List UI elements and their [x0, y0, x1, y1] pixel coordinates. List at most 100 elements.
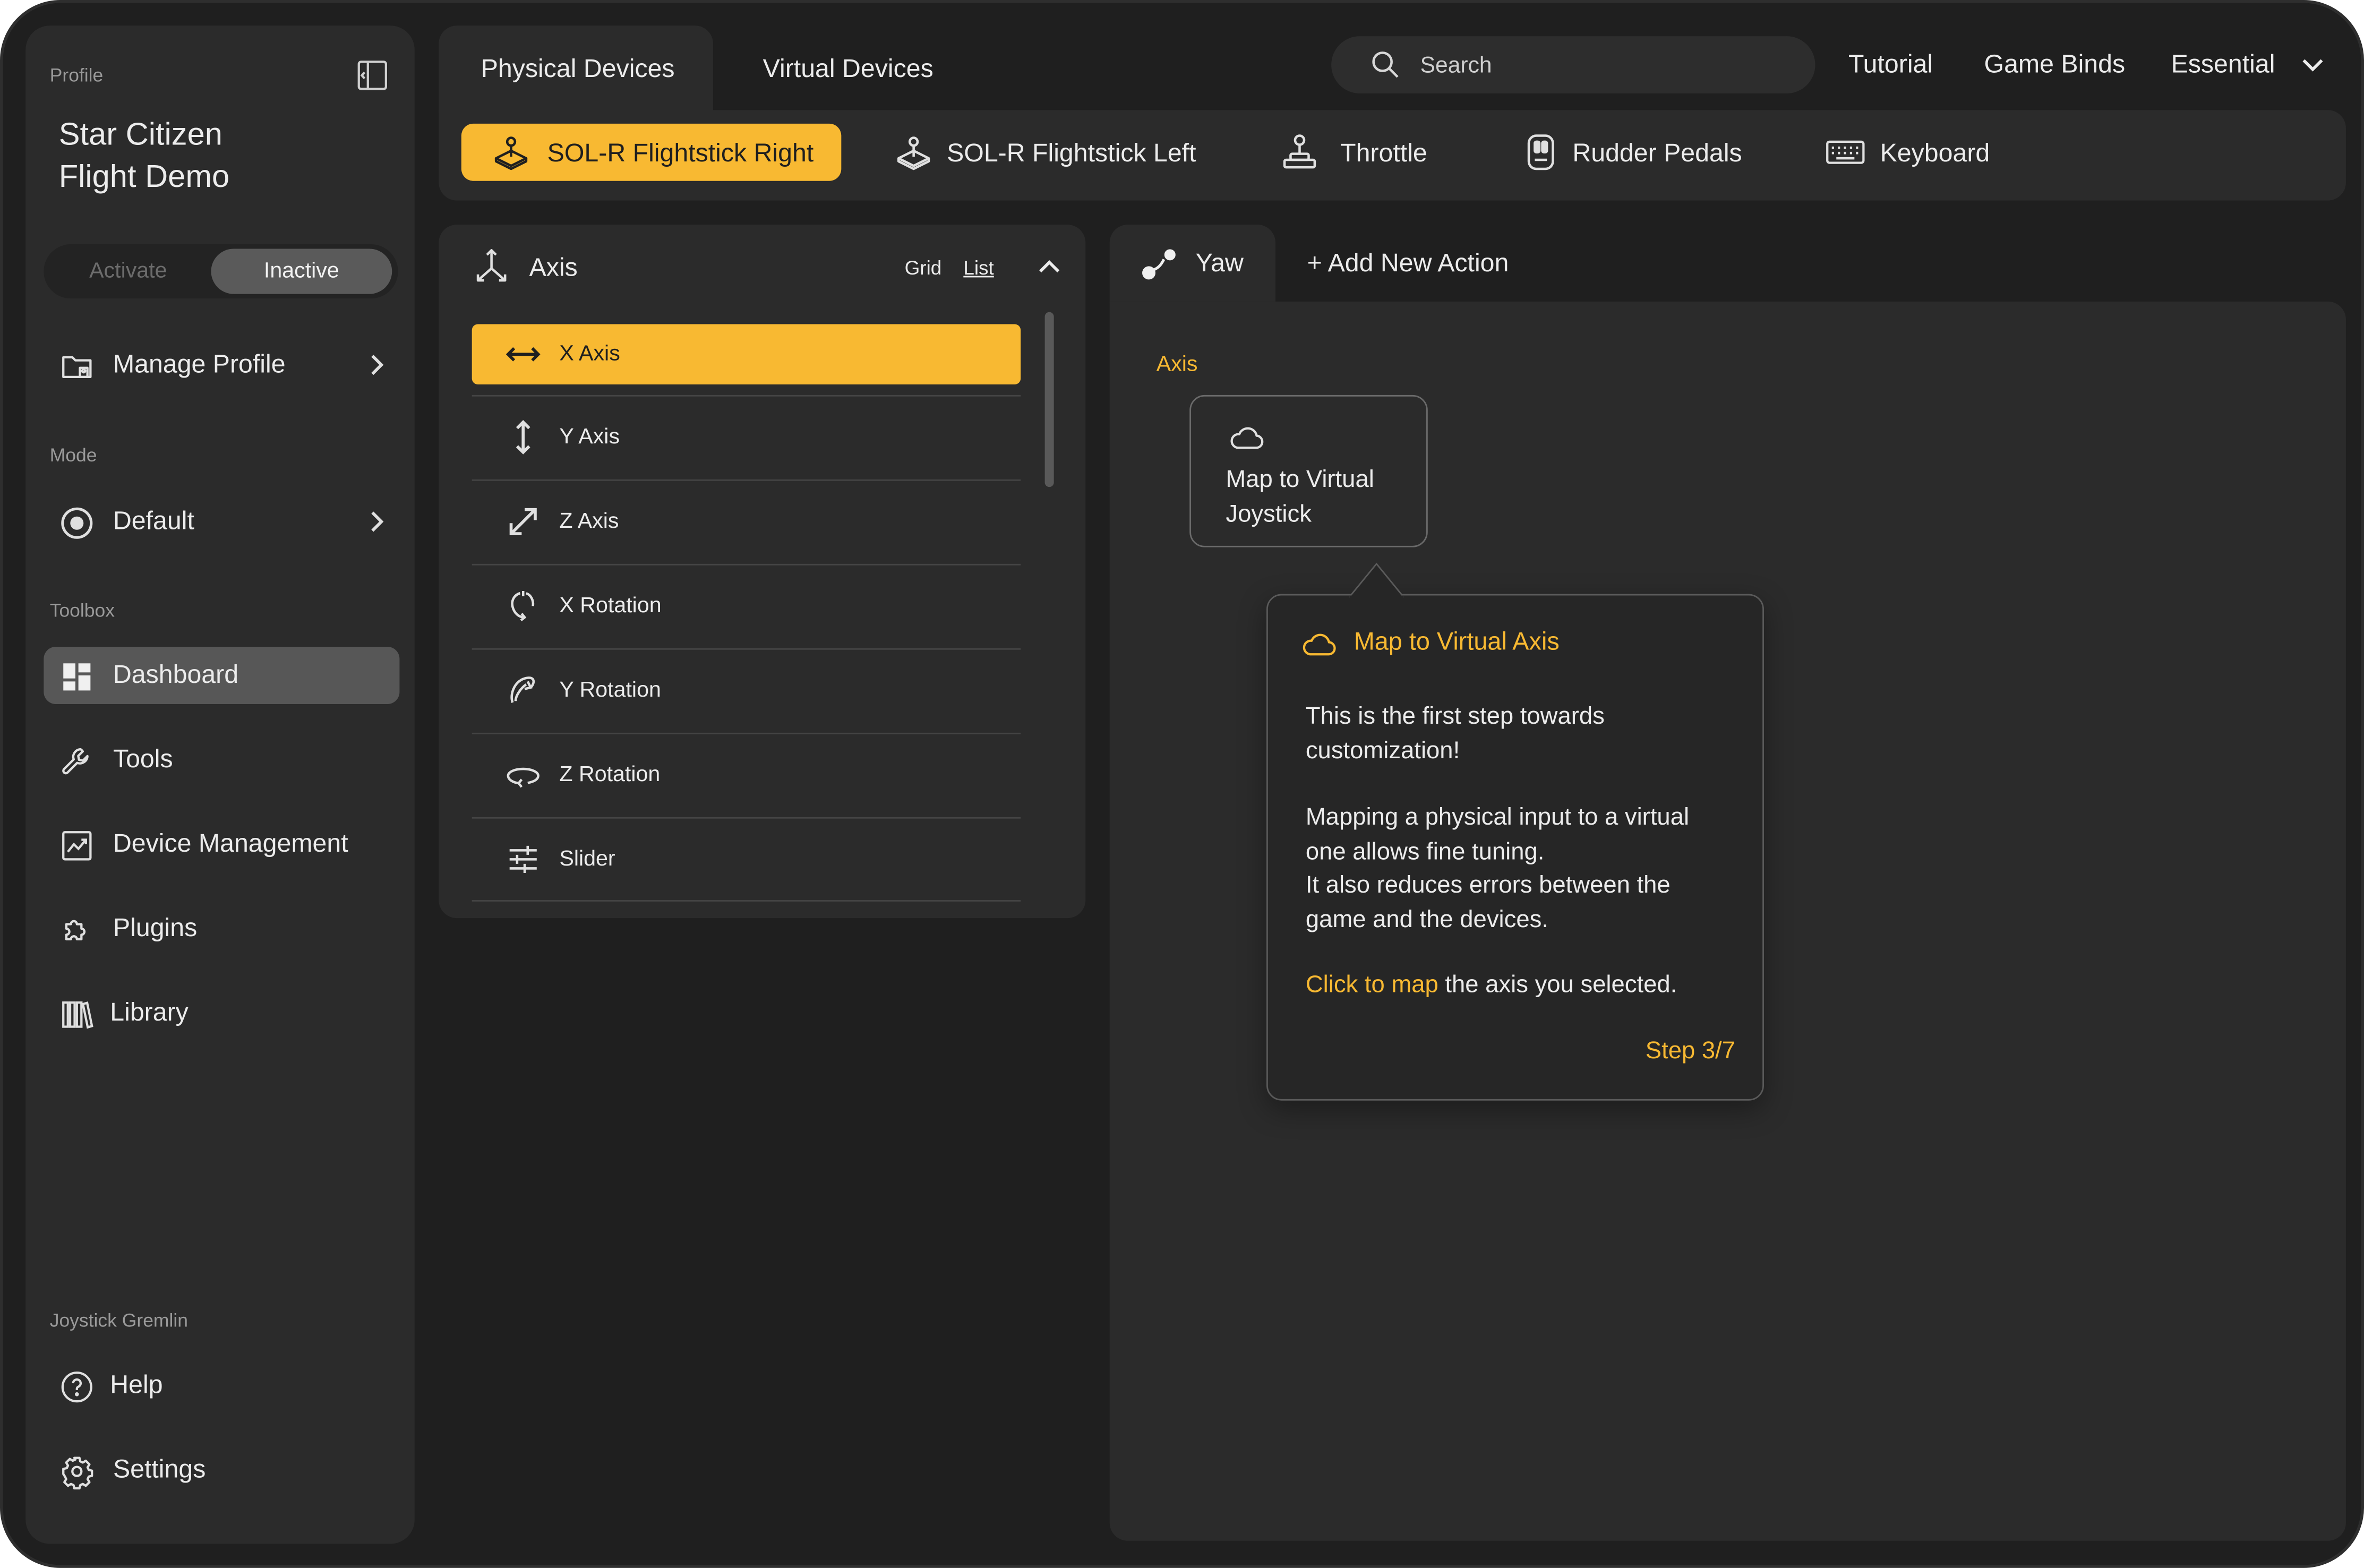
wrench-icon [59, 743, 95, 779]
puzzle-icon [59, 912, 95, 948]
divider [472, 479, 1021, 481]
axis-item-label: X Axis [559, 342, 620, 366]
tooltip-text-line: game and the devices. [1305, 906, 1548, 933]
gear-icon [59, 1453, 95, 1490]
y-rotation-icon [505, 672, 541, 708]
vertical-arrows-icon [505, 419, 541, 455]
activate-option[interactable]: Activate [44, 244, 212, 298]
chart-icon [59, 828, 95, 864]
tooltip-text-line: This is the first step towards [1305, 704, 1605, 730]
axis-item-y-axis[interactable]: Y Axis [472, 407, 1021, 468]
axis-item-z-axis[interactable]: Z Axis [472, 492, 1021, 552]
diagonal-arrows-icon [505, 503, 541, 539]
horizontal-arrows-icon [505, 336, 541, 372]
search-icon [1371, 50, 1401, 80]
axis-item-label: Z Rotation [559, 762, 661, 787]
view-grid-toggle[interactable]: Grid [905, 256, 942, 279]
tab-physical-devices[interactable]: Physical Devices [439, 25, 713, 113]
device-sol-r-flightstick-left[interactable]: SOL-R Flightstick Left [864, 124, 1196, 181]
tooltip-intro: This is the first step towards customiza… [1306, 701, 1605, 769]
top-bar: Physical Devices Virtual Devices Search … [439, 25, 2346, 201]
game-binds-link[interactable]: Game Binds [1984, 50, 2126, 80]
manage-profile-label: Manage Profile [113, 349, 286, 379]
axis-panel: Axis Grid List X Axis Y Axis Z Axis X Ro… [439, 225, 1086, 919]
axis-item-slider[interactable]: Slider [472, 829, 1021, 890]
cloud-icon [1301, 629, 1337, 659]
scrollbar-thumb[interactable] [1044, 312, 1054, 487]
app-window: Profile Star Citizen Flight Demo Activat… [0, 0, 2364, 1568]
axis-item-label: Z Axis [559, 509, 619, 534]
sidebar: Profile Star Citizen Flight Demo Activat… [25, 25, 415, 1544]
inactive-option[interactable]: Inactive [211, 249, 392, 294]
tab-label: Virtual Devices [763, 54, 933, 83]
sidebar-collapse-icon[interactable] [354, 57, 390, 93]
app-name-label: Joystick Gremlin [49, 1310, 189, 1332]
sidebar-item-plugins[interactable]: Plugins [44, 900, 399, 957]
profile-name: Star Citizen Flight Demo [59, 115, 229, 199]
profile-label: Profile [49, 65, 104, 86]
device-sol-r-flightstick-right[interactable]: SOL-R Flightstick Right [461, 123, 842, 181]
joystick-icon [492, 133, 531, 172]
click-to-map-link[interactable]: Click to map [1306, 972, 1438, 998]
sidebar-item-help[interactable]: Help [44, 1357, 399, 1414]
sidebar-item-label: Tools [113, 744, 173, 774]
search-field[interactable]: Search [1331, 36, 1815, 94]
sidebar-item-settings[interactable]: Settings [44, 1441, 399, 1498]
axis-item-label: X Rotation [559, 594, 662, 619]
device-keyboard[interactable]: Keyboard [1796, 124, 2007, 181]
device-throttle[interactable]: Throttle [1250, 124, 1446, 181]
mode-selector[interactable]: Default [44, 493, 399, 550]
sidebar-item-tools[interactable]: Tools [44, 731, 399, 789]
step-indicator: Step 3/7 [1645, 1039, 1736, 1065]
essential-dropdown[interactable]: Essential [2171, 41, 2340, 89]
manage-profile-button[interactable]: Manage Profile [44, 336, 399, 393]
tooltip-body: Mapping a physical input to a virtual on… [1306, 802, 1689, 938]
device-label: Rudder Pedals [1572, 139, 1742, 168]
node-link-icon [1140, 244, 1179, 284]
profile-name-line1: Star Citizen [58, 117, 222, 152]
axis-item-x-axis[interactable]: X Axis [472, 324, 1021, 385]
tooltip-text-line: customization! [1305, 738, 1460, 764]
chevron-right-icon [363, 508, 390, 535]
axis-item-label: Y Axis [559, 425, 620, 450]
axis-item-y-rotation[interactable]: Y Rotation [472, 661, 1021, 721]
sidebar-item-library[interactable]: Library [44, 984, 399, 1042]
divider [472, 732, 1021, 734]
tab-virtual-devices[interactable]: Virtual Devices [740, 25, 989, 110]
help-icon [59, 1369, 95, 1405]
x-rotation-icon [505, 588, 541, 624]
axis-icon [472, 246, 511, 285]
tab-yaw[interactable]: Yaw [1109, 225, 1276, 303]
tooltip-text-line: It also reduces errors between the [1305, 872, 1671, 899]
tutorial-link[interactable]: Tutorial [1848, 50, 1933, 80]
essential-label: Essential [2171, 49, 2275, 79]
slider-icon [505, 841, 541, 877]
device-label: SOL-R Flightstick Right [547, 139, 814, 168]
axis-item-x-rotation[interactable]: X Rotation [472, 576, 1021, 637]
divider [472, 817, 1021, 819]
sidebar-item-device-management[interactable]: Device Management [44, 816, 399, 873]
tab-label: Yaw [1195, 249, 1244, 278]
divider [472, 395, 1021, 397]
tooltip-text-line: one allows fine tuning. [1305, 839, 1545, 865]
profile-name-line2: Flight Demo [58, 159, 230, 195]
device-label: Keyboard [1880, 139, 1990, 168]
tooltip-cta-text: the axis you selected. [1438, 972, 1677, 998]
sidebar-item-label: Help [110, 1370, 163, 1399]
divider [472, 563, 1021, 565]
axis-item-z-rotation[interactable]: Z Rotation [472, 745, 1021, 806]
pedals-icon [1521, 133, 1561, 172]
joystick-icon [894, 133, 933, 172]
z-rotation-icon [505, 757, 541, 793]
device-rudder-pedals[interactable]: Rudder Pedals [1491, 124, 1748, 181]
tutorial-tooltip: Map to Virtual Axis This is the first st… [1266, 562, 1764, 1101]
axis-item-label: Y Rotation [559, 678, 661, 703]
chevron-up-icon[interactable] [1036, 253, 1063, 280]
keyboard-icon [1826, 133, 1865, 172]
map-to-virtual-joystick-card[interactable]: Map to Virtual Joystick [1189, 395, 1428, 547]
sidebar-item-dashboard[interactable]: Dashboard [44, 647, 400, 704]
add-new-action-button[interactable]: + Add New Action [1307, 249, 1509, 279]
search-input[interactable]: Search [1420, 53, 1492, 78]
view-list-toggle[interactable]: List [963, 256, 993, 279]
card-label: Map to Virtual Joystick [1226, 463, 1374, 533]
